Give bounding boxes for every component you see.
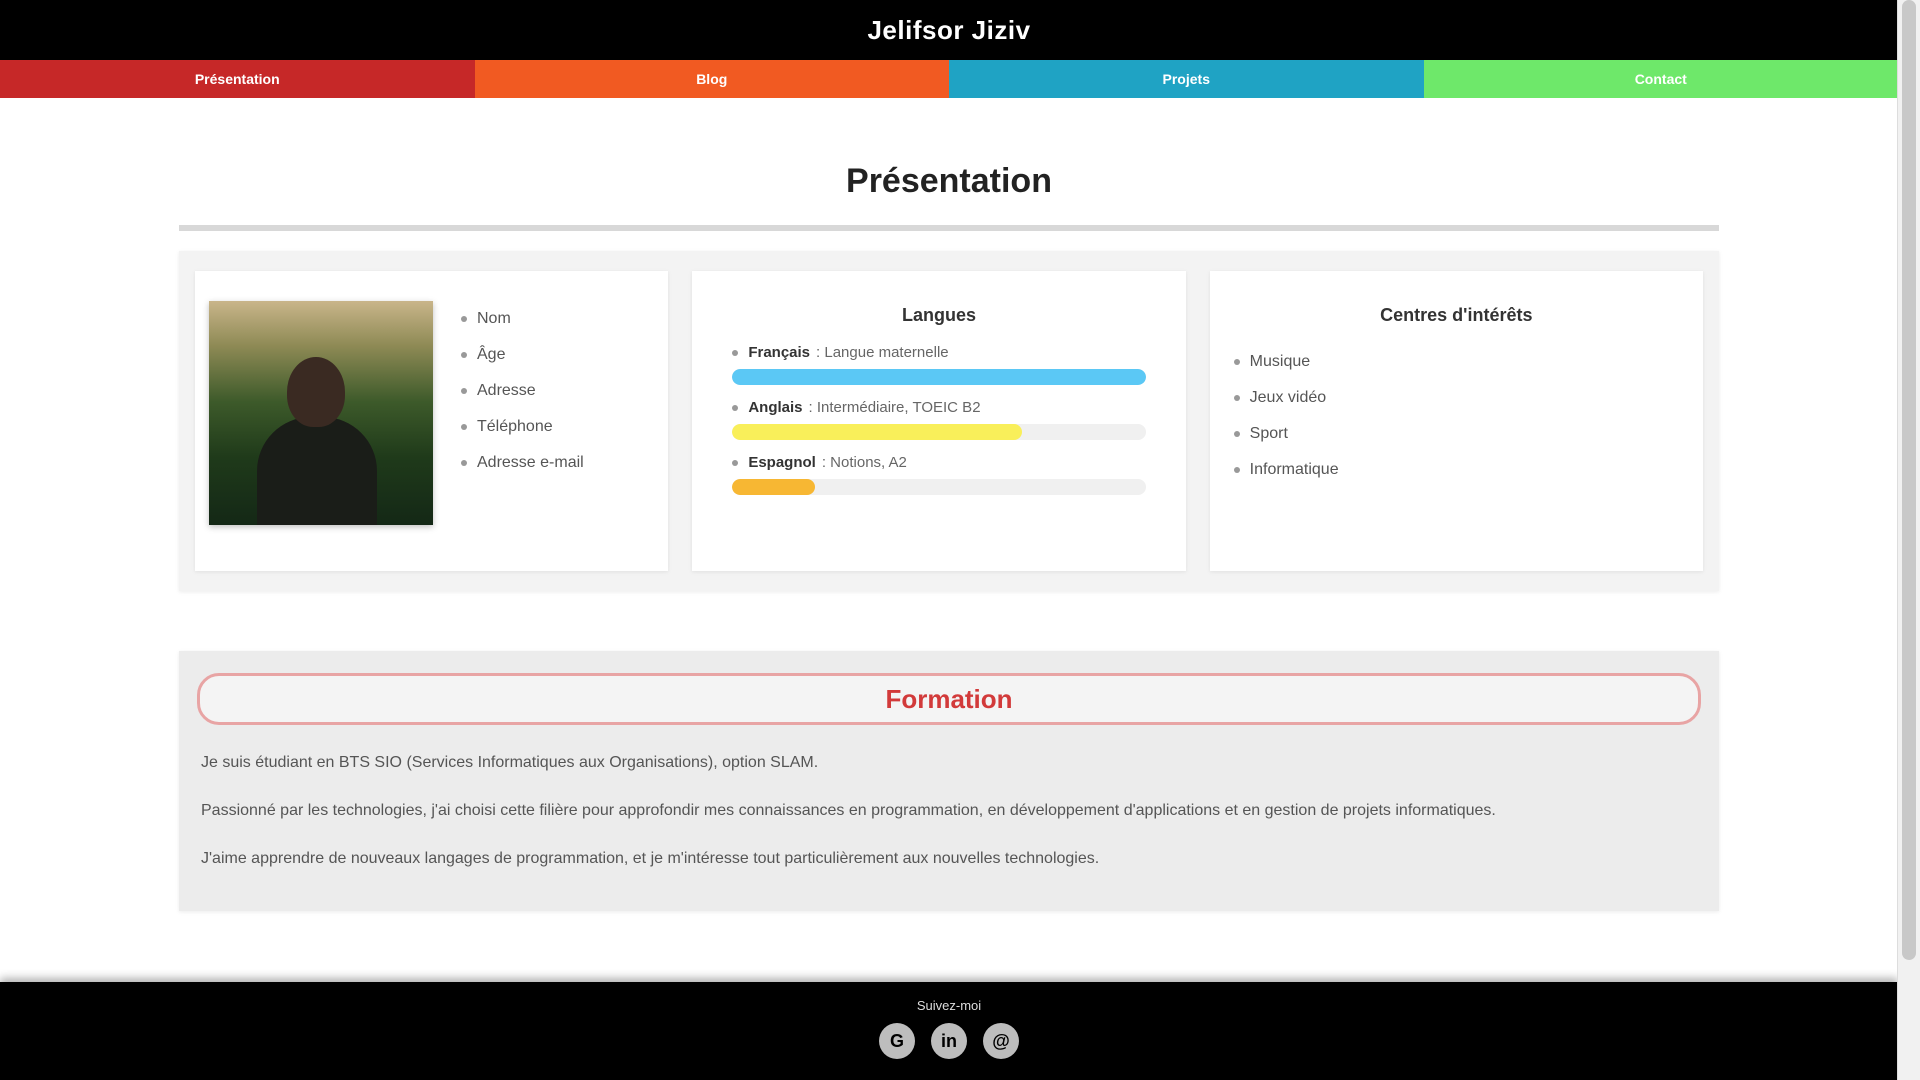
mail-icon[interactable]: @ — [983, 1023, 1019, 1059]
site-footer: Suivez-moi G in @ — [0, 982, 1898, 1080]
page: Jelifsor Jiziv Présentation Blog Projets… — [0, 0, 1898, 1080]
bullet-icon — [1233, 395, 1240, 401]
nav-item-contact[interactable]: Contact — [1423, 60, 1898, 98]
interest-label: Jeux vidéo — [1249, 389, 1327, 406]
language-name: Espagnol — [748, 454, 816, 471]
language-bar — [732, 479, 1146, 495]
nav-item-label: Contact — [1634, 71, 1687, 87]
bullet-icon — [461, 460, 467, 466]
list-item: Nom — [461, 301, 584, 337]
language-item: Espagnol : Notions, A2 — [732, 454, 1146, 495]
social-glyph: G — [889, 1030, 904, 1051]
site-title: Jelifsor Jiziv — [867, 14, 1031, 45]
photo-person-body — [257, 417, 377, 525]
list-item: Âge — [461, 337, 584, 373]
footer-label: Suivez-moi — [916, 998, 982, 1013]
list-item: Adresse e-mail — [461, 445, 584, 481]
language-label: Espagnol : Notions, A2 — [732, 454, 1145, 471]
list-item: Jeux vidéo — [1233, 380, 1679, 416]
nav-item-projets[interactable]: Projets — [949, 60, 1424, 98]
languages-card: Langues Français : Langue maternelle Ang… — [692, 271, 1186, 571]
interests-card: Centres d'intérêts Musique Jeux vidéo Sp… — [1209, 271, 1703, 571]
main-nav: Présentation Blog Projets Contact — [0, 60, 1898, 98]
vertical-scrollbar[interactable] — [1897, 0, 1920, 1080]
list-item: Informatique — [1233, 452, 1679, 488]
nav-item-blog[interactable]: Blog — [474, 60, 949, 98]
language-bar — [732, 424, 1146, 440]
language-bar-fill — [732, 369, 1146, 385]
bullet-icon — [1233, 431, 1240, 437]
profile-phone: Téléphone — [477, 418, 553, 435]
language-detail: : Notions, A2 — [821, 454, 907, 471]
language-detail: : Langue maternelle — [816, 344, 949, 361]
profile-photo — [209, 301, 433, 525]
language-bar-fill — [732, 424, 1022, 440]
profile-card: Nom Âge Adresse Téléphone Adresse e-mail — [195, 271, 669, 571]
bullet-icon — [461, 352, 467, 358]
formation-paragraph: Passionné par les technologies, j'ai cho… — [201, 802, 1496, 819]
language-item: Anglais : Intermédiaire, TOEIC B2 — [732, 399, 1146, 440]
formation-paragraph: J'aime apprendre de nouveaux langages de… — [201, 850, 1100, 867]
bullet-icon — [1233, 359, 1240, 365]
formation-heading: Formation — [197, 673, 1701, 725]
bullet-icon — [732, 349, 739, 356]
interest-label: Musique — [1249, 353, 1311, 370]
cards-row: Nom Âge Adresse Téléphone Adresse e-mail… — [179, 251, 1719, 591]
main-content: Présentation Nom Âge Adresse Téléphone A… — [179, 162, 1719, 911]
photo-person-head — [287, 357, 345, 427]
interests-heading: Centres d'intérêts — [1380, 305, 1533, 325]
language-detail: : Intermédiaire, TOEIC B2 — [808, 399, 981, 416]
bullet-icon — [732, 404, 739, 411]
languages-heading: Langues — [901, 305, 976, 325]
list-item: Téléphone — [461, 409, 584, 445]
linkedin-icon[interactable]: in — [931, 1023, 967, 1059]
profile-address: Adresse — [477, 382, 536, 399]
profile-email: Adresse e-mail — [477, 454, 584, 471]
formation-paragraph: Je suis étudiant en BTS SIO (Services In… — [201, 754, 819, 771]
list-item: Sport — [1233, 416, 1679, 452]
profile-info-list: Nom Âge Adresse Téléphone Adresse e-mail — [461, 301, 584, 541]
profile-name: Nom — [477, 310, 511, 327]
nav-item-label: Projets — [1162, 71, 1210, 87]
list-item: Adresse — [461, 373, 584, 409]
social-glyph: @ — [992, 1030, 1010, 1051]
list-item: Musique — [1233, 344, 1679, 380]
language-name: Français — [748, 344, 811, 361]
github-icon[interactable]: G — [879, 1023, 915, 1059]
nav-item-presentation[interactable]: Présentation — [0, 60, 475, 98]
social-glyph: in — [941, 1030, 957, 1051]
social-links: G in @ — [0, 1023, 1898, 1059]
language-bar — [732, 369, 1146, 385]
bullet-icon — [461, 316, 467, 322]
nav-item-label: Présentation — [194, 71, 280, 87]
nav-item-label: Blog — [696, 71, 728, 87]
interest-label: Informatique — [1249, 461, 1339, 478]
language-label: Anglais : Intermédiaire, TOEIC B2 — [732, 399, 1145, 416]
formation-section: Formation Je suis étudiant en BTS SIO (S… — [179, 651, 1719, 911]
interests-list: Musique Jeux vidéo Sport Informatique — [1233, 344, 1679, 488]
language-label: Français : Langue maternelle — [732, 344, 1145, 361]
scrollbar-thumb[interactable] — [1902, 0, 1916, 960]
site-header: Jelifsor Jiziv — [0, 0, 1898, 60]
bullet-icon — [461, 424, 467, 430]
title-divider — [179, 225, 1719, 231]
language-name: Anglais — [748, 399, 803, 416]
interest-label: Sport — [1249, 425, 1288, 442]
bullet-icon — [1233, 467, 1240, 473]
language-bar-fill — [732, 479, 815, 495]
bullet-icon — [732, 459, 739, 466]
page-title: Présentation — [846, 162, 1052, 200]
bullet-icon — [461, 388, 467, 394]
profile-age: Âge — [477, 346, 506, 363]
language-item: Français : Langue maternelle — [732, 344, 1146, 385]
